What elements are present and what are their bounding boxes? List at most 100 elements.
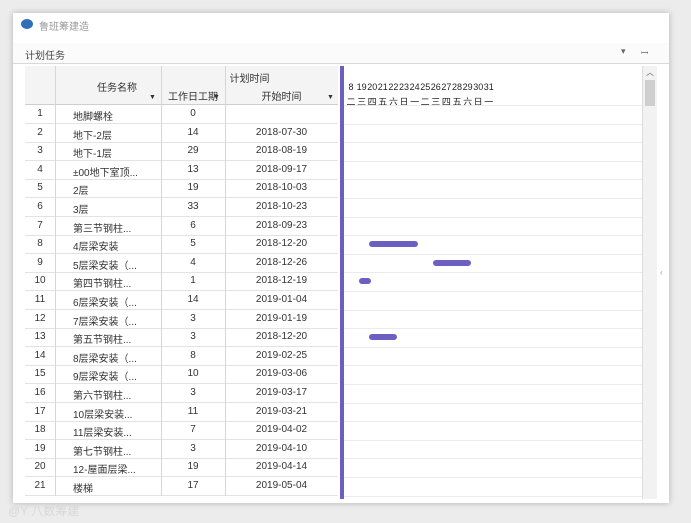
table-row[interactable]: 13 第五节钢柱... 3 2018-12-20 [25,328,338,348]
row-index: 14 [34,349,46,361]
duration-cell: 11 [187,405,199,417]
gantt-day-number: 25 [420,82,431,92]
gantt-row-line [344,123,642,125]
watermark: @Y 八数筹建 [8,504,80,518]
table-row[interactable]: 21 楼梯 17 2019-05-04 [25,477,338,496]
table-row[interactable]: 17 10层梁安装... 11 2019-03-21 [25,403,338,422]
gantt-weekday: 六 [463,97,473,107]
table-row[interactable]: 9 5层梁安装（... 4 2018-12-26 [25,254,338,273]
gantt-row-line [344,179,642,181]
gantt-task-bar[interactable] [358,278,371,285]
start-date-cell: 2019-03-21 [255,405,308,417]
duration-cell: 1 [190,275,196,287]
header-start-time[interactable]: 开始时间 [225,88,338,103]
row-index: 19 [34,442,46,454]
today-line [340,66,344,499]
gantt-row-line [344,458,642,460]
panel-pin-icon[interactable]: ꟷ [641,46,648,59]
gantt-weekday: 一 [410,97,420,107]
gantt-row-line [344,365,642,367]
table-row[interactable]: 15 9层梁安装（... 10 2019-03-06 [25,365,338,385]
task-name-cell: 第六节钢柱... [73,391,132,402]
table-row[interactable]: 11 6层梁安装（... 14 2019-01-04 [25,291,338,310]
gantt-weekday: 五 [452,97,462,107]
gantt-row-line [344,216,642,218]
gantt-weekday: 二 [346,97,356,107]
start-date-cell: 2018-07-30 [255,126,308,138]
task-name-cell: 地脚螺栓 [73,112,113,123]
table-row[interactable]: 20 12-屋面层梁... 19 2019-04-14 [25,458,338,478]
duration-cell: 14 [187,294,199,305]
gantt-day-number: 20 [367,82,378,92]
task-name-cell: 12-屋面层梁... [73,465,136,477]
gantt-row-line [344,142,642,144]
row-index: 7 [37,219,43,231]
table-row[interactable]: 10 第四节钢柱... 1 2018-12-19 [25,272,338,292]
table-header: 任务名称 计划时间 工作日工期 开始时间 ▼ ▼ ▼ [25,66,338,105]
duration-cell: 6 [190,219,196,231]
table-row[interactable]: 12 7层梁安装（... 3 2019-01-19 [25,310,338,329]
gantt-weekday: 日 [473,97,483,107]
table-row[interactable]: 2 地下-2层 14 2018-07-30 [25,124,338,143]
scroll-up-icon[interactable]: ︿ [646,67,654,78]
task-name-cell: 10层梁安装... [73,409,133,421]
table-row[interactable]: 1 地脚螺栓 0 [25,105,338,124]
duration-cell: 13 [187,163,199,175]
start-date-cell: 2019-04-10 [255,442,308,454]
table-row[interactable]: 19 第七节钢柱... 3 2019-04-10 [25,440,338,459]
gantt-row-line [344,253,642,255]
gantt-row-line [344,309,642,311]
column-divider [161,66,162,496]
gantt-day-number: 31 [483,82,494,92]
start-date-cell: 2018-09-17 [255,163,308,175]
task-name-cell: 第四节钢柱... [73,279,132,291]
duration-cell: 14 [187,126,199,138]
task-name-cell: 第三节钢柱... [73,223,132,235]
gantt-row-line [344,235,642,237]
gantt-day-number: 29 [462,82,473,92]
gantt-task-bar[interactable] [369,334,397,341]
gantt-task-bar[interactable] [432,259,472,266]
table-row[interactable]: 14 8层梁安装（... 8 2019-02-25 [25,347,338,366]
gantt-day-number: 23 [399,82,410,92]
gantt-weekday: 六 [388,97,398,107]
gantt-row-line [344,105,642,106]
duration-cell: 3 [190,387,196,398]
table-row[interactable]: 6 3层 33 2018-10-23 [25,198,338,217]
scroll-thumb[interactable] [645,80,655,106]
duration-cell: 29 [187,145,199,157]
table-row[interactable]: 5 2层 19 2018-10-03 [25,179,338,199]
task-name-cell: 2层 [73,186,89,198]
sort-arrow-icon[interactable]: ▼ [213,94,220,101]
duration-cell: 19 [187,182,199,194]
gantt-task-bar[interactable] [369,241,419,248]
panel-dropdown-icon[interactable]: ▾ [621,46,626,57]
header-task-name[interactable]: 任务名称 [73,79,161,94]
app-title: 鲁班筹建造 [39,22,89,33]
task-name-cell: 4层梁安装 [73,242,119,254]
sort-arrow-icon[interactable]: ▼ [149,94,156,101]
sort-arrow-icon[interactable]: ▼ [327,94,334,101]
task-name-cell: ±00地下室顶... [73,167,138,179]
title-bar: 鲁班筹建造 [13,13,669,33]
table-row[interactable]: 3 地下-1层 29 2018-08-19 [25,142,338,162]
row-index: 9 [37,256,43,268]
gantt-row-line [344,402,642,404]
table-row[interactable]: 8 4层梁安装 5 2018-12-20 [25,235,338,255]
gantt-weekday: 三 [357,97,367,107]
row-index: 18 [34,424,46,436]
vertical-scrollbar[interactable]: ︿ [642,66,657,499]
gantt-weekday: 四 [441,97,451,107]
table-row[interactable]: 16 第六节钢柱... 3 2019-03-17 [25,384,338,403]
row-index: 1 [37,108,43,119]
table-row[interactable]: 7 第三节钢柱... 6 2018-09-23 [25,217,338,236]
task-name-cell: 地下-2层 [73,130,112,142]
row-index: 4 [37,163,43,175]
row-index: 21 [34,480,46,491]
edge-collapse-icon[interactable]: ‹ [660,268,663,277]
app-window: 鲁班筹建造 计划任务 ▾ ꟷ 任务名称 计划时间 工作日工期 开始时间 ▼ ▼ … [13,13,669,503]
table-row[interactable]: 18 11层梁安装... 7 2019-04-02 [25,421,338,441]
row-index: 15 [34,368,46,380]
row-index: 2 [37,126,43,138]
table-row[interactable]: 4 ±00地下室顶... 13 2018-09-17 [25,161,338,180]
